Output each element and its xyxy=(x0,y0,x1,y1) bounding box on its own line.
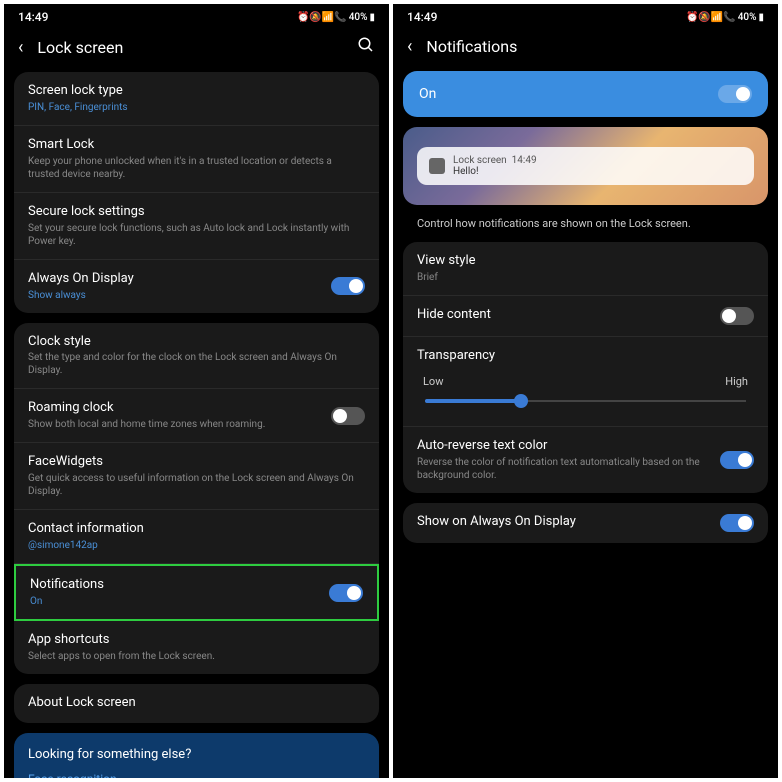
setting-row[interactable]: Secure lock settingsSet your secure lock… xyxy=(14,193,379,260)
preview-app-icon xyxy=(429,158,445,174)
row-title: Contact information xyxy=(28,521,365,538)
row-title: Roaming clock xyxy=(28,400,321,417)
content[interactable]: Screen lock typePIN, Face, FingerprintsS… xyxy=(4,72,389,778)
setting-row[interactable]: FaceWidgetsGet quick access to useful in… xyxy=(14,443,379,510)
status-icons: ⏰🔕📶📞 40% ▮ xyxy=(686,12,764,23)
row-title: Secure lock settings xyxy=(28,204,365,221)
status-bar: 14:49 ⏰🔕📶📞 40% ▮ xyxy=(4,4,389,26)
setting-row[interactable]: Always On DisplayShow always xyxy=(14,260,379,313)
toggle[interactable] xyxy=(331,407,365,425)
group-display: Clock styleSet the type and color for th… xyxy=(14,323,379,674)
toggle[interactable] xyxy=(720,307,754,325)
preview-card: Lock screen 14:49 Hello! xyxy=(417,147,754,185)
row-title: Screen lock type xyxy=(28,83,365,100)
row-title: View style xyxy=(417,253,754,270)
row-title: About Lock screen xyxy=(28,695,365,712)
setting-row[interactable]: Roaming clockShow both local and home ti… xyxy=(14,389,379,443)
header: ‹ Lock screen xyxy=(4,26,389,72)
row-title: Always On Display xyxy=(28,271,321,288)
preview-app: Lock screen xyxy=(453,155,507,166)
toggle[interactable] xyxy=(720,514,754,532)
setting-row[interactable]: View styleBrief xyxy=(403,242,768,296)
setting-row[interactable]: Auto-reverse text colorReverse the color… xyxy=(403,427,768,493)
status-time: 14:49 xyxy=(407,10,437,24)
row-subtitle: @simone142ap xyxy=(28,539,365,552)
slider-high: High xyxy=(725,375,748,388)
setting-row[interactable]: About Lock screen xyxy=(14,684,379,723)
row-subtitle: Set the type and color for the clock on … xyxy=(28,351,365,377)
status-icons: ⏰🔕📶📞 40% ▮ xyxy=(297,12,375,23)
row-subtitle: Reverse the color of notification text a… xyxy=(417,456,710,482)
toggle[interactable] xyxy=(720,451,754,469)
group-about: About Lock screen xyxy=(14,684,379,723)
back-icon[interactable]: ‹ xyxy=(407,36,412,57)
toggle[interactable] xyxy=(331,277,365,295)
row-title: Auto-reverse text color xyxy=(417,438,710,455)
row-title: Smart Lock xyxy=(28,137,365,154)
more-title: Looking for something else? xyxy=(28,747,365,762)
slider-thumb[interactable] xyxy=(514,394,528,408)
row-subtitle: Get quick access to useful information o… xyxy=(28,472,365,498)
setting-row[interactable]: Show on Always On Display xyxy=(403,503,768,543)
setting-row[interactable]: Contact information@simone142ap xyxy=(14,510,379,564)
row-title: Notifications xyxy=(30,577,319,594)
row-title: App shortcuts xyxy=(28,632,365,649)
row-subtitle: Set your secure lock functions, such as … xyxy=(28,222,365,248)
setting-row[interactable]: Clock styleSet the type and color for th… xyxy=(14,323,379,390)
row-subtitle: Show always xyxy=(28,289,321,302)
toggle[interactable] xyxy=(329,584,363,602)
page-title: Notifications xyxy=(426,37,764,56)
back-icon[interactable]: ‹ xyxy=(18,37,23,58)
status-bar: 14:49 ⏰🔕📶📞 40% ▮ xyxy=(393,4,778,26)
row-subtitle: Keep your phone unlocked when it's in a … xyxy=(28,155,365,181)
link-face[interactable]: Face recognition xyxy=(28,772,365,778)
on-label: On xyxy=(419,86,436,102)
search-icon[interactable] xyxy=(357,36,375,58)
preview-msg: Hello! xyxy=(453,166,742,177)
setting-row[interactable]: NotificationsOn xyxy=(14,564,379,621)
setting-row[interactable]: App shortcutsSelect apps to open from th… xyxy=(14,621,379,674)
lock-screen-settings: 14:49 ⏰🔕📶📞 40% ▮ ‹ Lock screen Screen lo… xyxy=(4,4,389,778)
group-style: View styleBrief Hide content Transparency… xyxy=(403,242,768,493)
preview-time: 14:49 xyxy=(512,155,537,166)
row-title: Show on Always On Display xyxy=(417,514,710,531)
transparency-label: Transparency xyxy=(417,348,754,365)
setting-row[interactable]: Screen lock typePIN, Face, Fingerprints xyxy=(14,72,379,126)
more-options: Looking for something else? Face recogni… xyxy=(14,733,379,778)
row-subtitle: Brief xyxy=(417,271,754,284)
group-security: Screen lock typePIN, Face, FingerprintsS… xyxy=(14,72,379,313)
master-toggle-row[interactable]: On xyxy=(403,71,768,117)
transparency-row: Transparency Low High xyxy=(403,337,768,427)
header: ‹ Notifications xyxy=(393,26,778,71)
description: Control how notifications are shown on t… xyxy=(403,215,768,242)
status-time: 14:49 xyxy=(18,10,48,24)
row-title: FaceWidgets xyxy=(28,454,365,471)
master-toggle[interactable] xyxy=(718,85,752,103)
slider-low: Low xyxy=(423,375,443,388)
page-title: Lock screen xyxy=(37,38,343,57)
row-subtitle: PIN, Face, Fingerprints xyxy=(28,101,365,114)
row-subtitle: On xyxy=(30,595,319,608)
row-title: Clock style xyxy=(28,334,365,351)
transparency-slider[interactable] xyxy=(425,400,746,402)
content[interactable]: On Lock screen 14:49 Hello! Control how … xyxy=(393,71,778,778)
row-subtitle: Select apps to open from the Lock screen… xyxy=(28,650,365,663)
setting-row[interactable]: Smart LockKeep your phone unlocked when … xyxy=(14,126,379,193)
notifications-settings: 14:49 ⏰🔕📶📞 40% ▮ ‹ Notifications On Lock… xyxy=(393,4,778,778)
row-title: Hide content xyxy=(417,307,710,324)
row-subtitle: Show both local and home time zones when… xyxy=(28,418,321,431)
setting-row[interactable]: Hide content xyxy=(403,296,768,337)
group-aod: Show on Always On Display xyxy=(403,503,768,543)
notification-preview: Lock screen 14:49 Hello! xyxy=(403,127,768,205)
